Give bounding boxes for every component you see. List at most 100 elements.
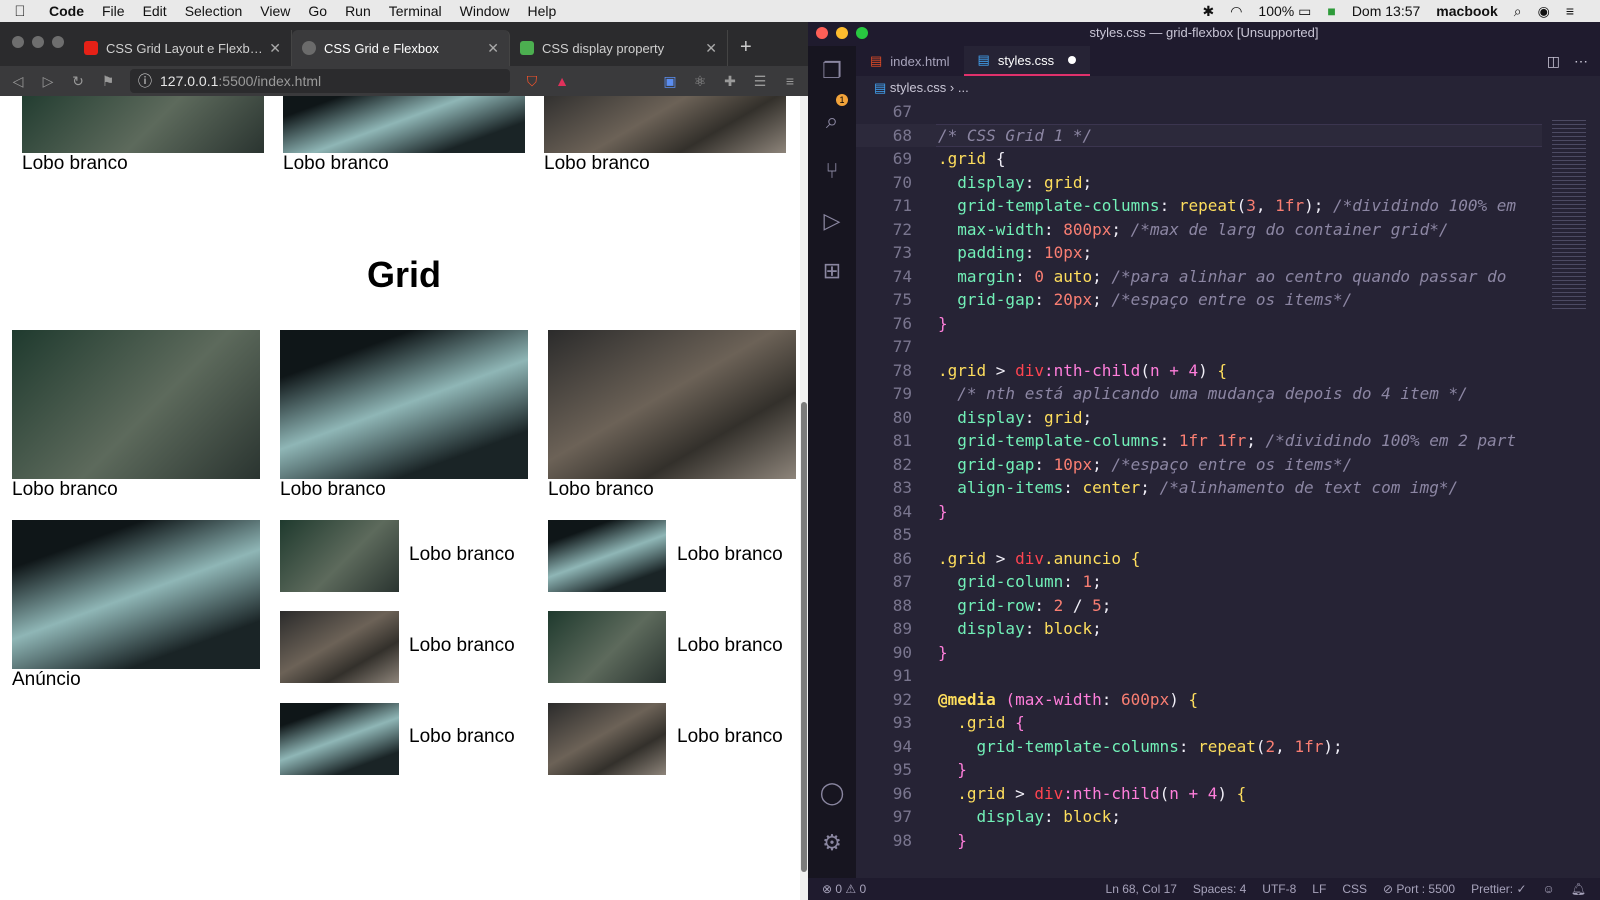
close-window-button[interactable] — [12, 36, 24, 48]
code-line[interactable]: 79 /* nth está aplicando uma mudança dep… — [856, 382, 1542, 406]
siri-icon[interactable]: ◉ — [1530, 3, 1558, 20]
split-editor-icon[interactable]: ◫ — [1547, 53, 1560, 70]
code-text[interactable]: margin: 0 auto; /*para alinhar ao centro… — [938, 265, 1506, 289]
apple-menu-icon[interactable]:  — [0, 3, 40, 20]
code-line[interactable]: 92 @media (max-width: 600px) { — [856, 688, 1542, 712]
code-line[interactable]: 95 } — [856, 758, 1542, 782]
code-line[interactable]: 97 display: block; — [856, 805, 1542, 829]
code-text[interactable]: display: grid; — [938, 171, 1092, 195]
menu-selection[interactable]: Selection — [176, 3, 252, 19]
brave-shield-icon[interactable]: ⛉ — [524, 73, 540, 90]
minimize-window-button[interactable] — [32, 36, 44, 48]
menu-run[interactable]: Run — [336, 3, 380, 19]
close-tab-icon[interactable]: ✕ — [487, 40, 499, 57]
code-line[interactable]: 85 — [856, 523, 1542, 547]
code-text[interactable]: } — [938, 758, 967, 782]
code-line[interactable]: 82 grid-gap: 10px; /*espaço entre os ite… — [856, 453, 1542, 477]
code-line[interactable]: 69 .grid { — [856, 147, 1542, 171]
code-line[interactable]: 67 — [856, 100, 1542, 124]
scrollbar-thumb[interactable] — [801, 402, 807, 872]
bluetooth-icon[interactable]: ✱ — [1194, 3, 1222, 20]
menu-terminal[interactable]: Terminal — [380, 3, 451, 19]
language-mode[interactable]: CSS — [1342, 882, 1367, 896]
translate-extension-icon[interactable]: ▣ — [662, 73, 678, 90]
control-center-icon[interactable]: ≡ — [1558, 3, 1582, 19]
wifi-icon[interactable]: ◠ — [1222, 3, 1250, 20]
code-text[interactable]: } — [938, 312, 948, 336]
indentation[interactable]: Spaces: 4 — [1193, 882, 1246, 896]
code-editor[interactable]: 67 68/* CSS Grid 1 */69 .grid {70 display:… — [856, 100, 1542, 878]
reading-list-icon[interactable]: ☰ — [752, 73, 768, 90]
menu-go[interactable]: Go — [299, 3, 336, 19]
forward-icon[interactable]: ▷ — [40, 73, 56, 90]
tab-index-html[interactable]: ▤ index.html — [856, 46, 964, 76]
breadcrumb-symbol[interactable]: ... — [958, 80, 969, 95]
code-text[interactable]: grid-row: 2 / 5; — [938, 594, 1111, 618]
code-text[interactable]: grid-gap: 10px; /*espaço entre os items*… — [938, 453, 1352, 477]
code-text[interactable]: .grid { — [938, 711, 1024, 735]
code-line[interactable]: 77 — [856, 335, 1542, 359]
browser-tab-active[interactable]: CSS Grid e Flexbox ✕ — [292, 30, 510, 66]
code-text[interactable]: .grid > div.anuncio { — [938, 547, 1140, 571]
prettier-status[interactable]: Prettier: ✓ — [1471, 882, 1526, 896]
cursor-position[interactable]: Ln 68, Col 17 — [1106, 882, 1177, 896]
code-line[interactable]: 74 margin: 0 auto; /*para alinhar ao cen… — [856, 265, 1542, 289]
code-line[interactable]: 93 .grid { — [856, 711, 1542, 735]
explorer-icon[interactable]: ❐ — [808, 46, 856, 96]
maximize-window-button[interactable] — [52, 36, 64, 48]
notifications-icon[interactable]: 🔔︎ — [1571, 882, 1586, 896]
code-line[interactable]: 75 grid-gap: 20px; /*espaço entre os ite… — [856, 288, 1542, 312]
browser-tab-w3schools[interactable]: CSS display property ✕ — [510, 30, 728, 66]
code-text[interactable]: .grid { — [938, 147, 1005, 171]
code-text[interactable]: padding: 10px; — [938, 241, 1092, 265]
unsaved-dot-icon[interactable] — [1068, 56, 1077, 64]
code-line[interactable]: 87 grid-column: 1; — [856, 570, 1542, 594]
code-text[interactable]: grid-gap: 20px; /*espaço entre os items*… — [938, 288, 1352, 312]
minimize-window-button[interactable] — [836, 27, 848, 39]
address-bar[interactable]: ⓘ 127.0.0.1:5500/index.html — [130, 69, 510, 93]
close-tab-icon[interactable]: ✕ — [705, 40, 717, 57]
menu-file[interactable]: File — [93, 3, 134, 19]
site-info-icon[interactable]: ⓘ — [138, 71, 152, 91]
menu-help[interactable]: Help — [518, 3, 565, 19]
code-text[interactable]: @media (max-width: 600px) { — [938, 688, 1198, 712]
code-text[interactable]: display: block; — [938, 805, 1122, 829]
code-text[interactable]: } — [938, 641, 948, 665]
code-text[interactable]: } — [938, 500, 948, 524]
code-text[interactable]: max-width: 800px; /*max de larg do conta… — [938, 218, 1448, 242]
app-menu[interactable]: Code — [40, 3, 93, 19]
code-line[interactable]: 73 padding: 10px; — [856, 241, 1542, 265]
code-text[interactable]: display: grid; — [938, 406, 1092, 430]
settings-gear-icon[interactable]: ⚙ — [808, 818, 856, 868]
accounts-icon[interactable]: ◯ — [808, 768, 856, 818]
reload-icon[interactable]: ↻ — [70, 73, 86, 90]
code-line[interactable]: 72 max-width: 800px; /*max de larg do co… — [856, 218, 1542, 242]
maximize-window-button[interactable] — [856, 27, 868, 39]
code-line[interactable]: 71 grid-template-columns: repeat(3, 1fr)… — [856, 194, 1542, 218]
bookmark-icon[interactable]: ⚑ — [100, 73, 116, 90]
run-debug-icon[interactable]: ▷ — [808, 196, 856, 246]
extensions-icon[interactable]: ⊞ — [808, 246, 856, 296]
code-line[interactable]: 94 grid-template-columns: repeat(2, 1fr)… — [856, 735, 1542, 759]
code-text[interactable]: grid-column: 1; — [938, 570, 1102, 594]
code-text[interactable]: } — [938, 829, 967, 853]
spotlight-search-icon[interactable]: ⌕ — [1506, 3, 1530, 20]
code-text[interactable]: /* CSS Grid 1 */ — [938, 124, 1092, 148]
code-text[interactable]: display: block; — [938, 617, 1102, 641]
source-control-icon[interactable]: ⑂ — [808, 146, 856, 196]
breadcrumb-file[interactable]: styles.css — [890, 80, 946, 95]
line-ending[interactable]: LF — [1312, 882, 1326, 896]
react-devtools-icon[interactable]: ⚛ — [692, 73, 708, 90]
browser-menu-icon[interactable]: ≡ — [782, 73, 798, 89]
code-text[interactable]: grid-template-columns: repeat(3, 1fr); /… — [938, 194, 1516, 218]
menu-edit[interactable]: Edit — [134, 3, 176, 19]
code-line[interactable]: 76} — [856, 312, 1542, 336]
extensions-icon[interactable]: ✚ — [722, 73, 738, 90]
code-text[interactable]: .grid > div:nth-child(n + 4) { — [938, 359, 1227, 383]
code-line[interactable]: 91 — [856, 664, 1542, 688]
code-line[interactable]: 98 } — [856, 829, 1542, 853]
code-line[interactable]: 80 display: grid; — [856, 406, 1542, 430]
code-text[interactable]: grid-template-columns: repeat(2, 1fr); — [938, 735, 1343, 759]
code-text[interactable]: .grid > div:nth-child(n + 4) { — [938, 782, 1246, 806]
code-text[interactable]: /* nth está aplicando uma mudança depois… — [938, 382, 1468, 406]
